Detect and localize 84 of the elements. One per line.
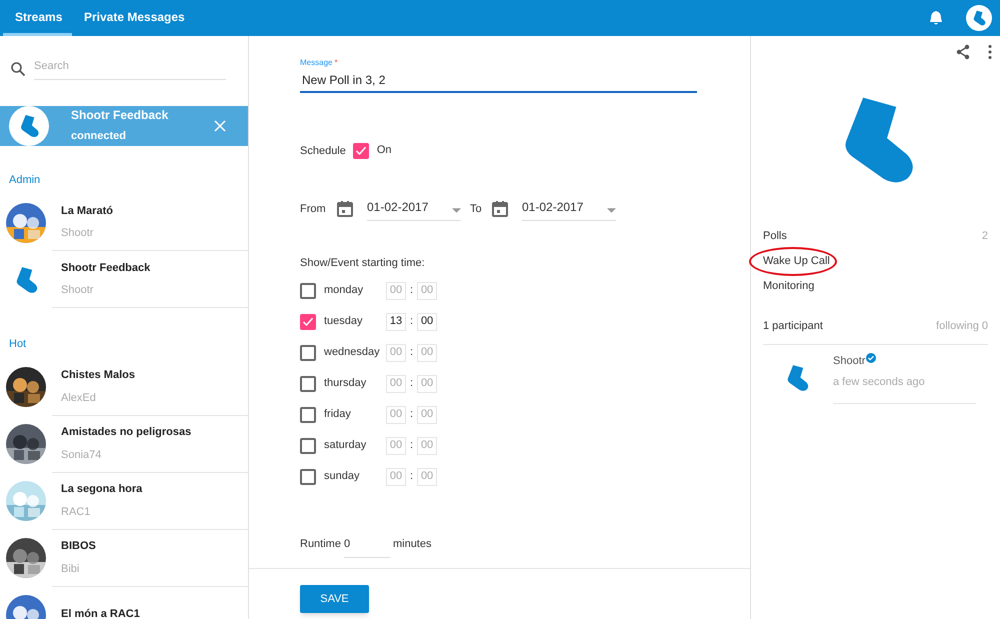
stream-title: Shootr Feedback [61, 260, 152, 276]
day-label: sunday [324, 469, 360, 484]
day-label: tuesday [324, 314, 364, 330]
checkbox[interactable] [300, 344, 316, 360]
checkbox[interactable] [300, 376, 316, 392]
stream-owner: Shootr [61, 283, 94, 298]
participants-count: 1 participant [763, 319, 823, 334]
stream-item[interactable]: Shootr Feedback Shootr [0, 251, 248, 308]
stream-owner: RAC1 [61, 504, 92, 520]
stream-title: El món a RAC1 [61, 607, 141, 619]
stream-title: La Marató [61, 204, 114, 218]
hour-field[interactable]: 13 [386, 312, 406, 330]
field-label: Message [300, 57, 332, 69]
bell-icon[interactable] [928, 10, 944, 26]
following-count: following 0 [936, 319, 988, 334]
runtime-label: Runtime [300, 536, 341, 552]
checkbox[interactable] [352, 143, 369, 160]
section-heading: Hot [8, 337, 28, 352]
stream-item[interactable]: BIBOS Bibi [0, 530, 248, 586]
stream-title: BIBOS [61, 539, 97, 554]
section-heading: Admin [8, 172, 42, 188]
stream-status: connected [71, 129, 128, 144]
date-field[interactable]: 01-02-2017 [367, 198, 461, 220]
stream-item[interactable]: Chistes Malos AlexEd [0, 358, 248, 416]
message-field[interactable]: Message * New Poll in 3, 2 [300, 57, 697, 93]
schedule-state: On [376, 142, 392, 158]
schedule-label: Schedule [300, 144, 346, 159]
caret-icon[interactable] [452, 208, 461, 213]
stream-item[interactable]: La Marató Shootr [0, 194, 248, 251]
stat-label[interactable]: Wake Up Call [763, 253, 830, 270]
time-separator: : [410, 438, 414, 454]
stat-count: 2 [982, 229, 988, 244]
checkbox[interactable] [300, 468, 316, 484]
time-separator: : [410, 314, 414, 330]
stream-owner: AlexEd [61, 390, 97, 406]
user-avatar[interactable] [966, 5, 992, 31]
share-icon[interactable] [955, 44, 971, 60]
stat-label[interactable]: Polls [763, 228, 787, 245]
day-label: saturday [324, 438, 368, 454]
time-separator: : [410, 469, 414, 484]
date-field[interactable]: 01-02-2017 [522, 198, 616, 220]
more-icon[interactable] [988, 44, 992, 60]
stream-title: Chistes Malos [61, 368, 136, 383]
runtime-field[interactable]: 0 [344, 530, 390, 558]
runtime-unit: minutes [392, 536, 432, 552]
checkbox[interactable] [300, 314, 316, 330]
time-separator: : [410, 407, 414, 422]
calendar-icon[interactable] [492, 201, 508, 217]
member-time: a few seconds ago [833, 376, 925, 388]
time-separator: : [410, 283, 414, 298]
checkbox[interactable] [300, 438, 316, 454]
day-label: thursday [324, 376, 368, 392]
from-label: From [300, 202, 327, 217]
required-mark: * [334, 57, 338, 69]
day-label: monday [324, 283, 364, 298]
checkbox[interactable] [300, 406, 316, 422]
caret-icon[interactable] [607, 208, 616, 213]
time-separator: : [410, 376, 414, 392]
stream-item[interactable]: La segona hora RAC1 [0, 472, 248, 530]
save-button[interactable]: SAVE [300, 585, 369, 613]
sock-icon [971, 10, 987, 26]
close-icon[interactable] [214, 120, 226, 132]
stat-label[interactable]: Monitoring [763, 278, 814, 295]
nav-tab[interactable]: Private Messages [72, 0, 197, 36]
search-field[interactable]: Search [34, 58, 226, 80]
stream-title: Amistades no peligrosas [61, 425, 192, 440]
minute-field[interactable]: 00 [417, 312, 438, 330]
day-label: friday [324, 407, 352, 422]
stream-title: Shootr Feedback [71, 107, 170, 124]
stream-owner: Shootr [61, 226, 94, 241]
stream-owner: Bibi [61, 562, 80, 576]
stream-owner: Sonia74 [61, 448, 102, 462]
member-name[interactable]: Shootr [833, 352, 866, 369]
time-separator: : [410, 345, 414, 360]
stream-item[interactable]: Amistades no peligrosas Sonia74 [0, 416, 248, 472]
to-label: To [470, 202, 483, 217]
checkbox[interactable] [300, 282, 316, 298]
search-icon [10, 60, 26, 77]
nav-tab[interactable]: Streams [3, 0, 72, 36]
stream-title: La segona hora [61, 482, 144, 497]
calendar-icon[interactable] [337, 201, 353, 217]
day-label: wednesday [324, 345, 381, 360]
stream-item[interactable]: El món a RAC1 [0, 586, 248, 619]
days-heading: Show/Event starting time: [300, 256, 426, 270]
